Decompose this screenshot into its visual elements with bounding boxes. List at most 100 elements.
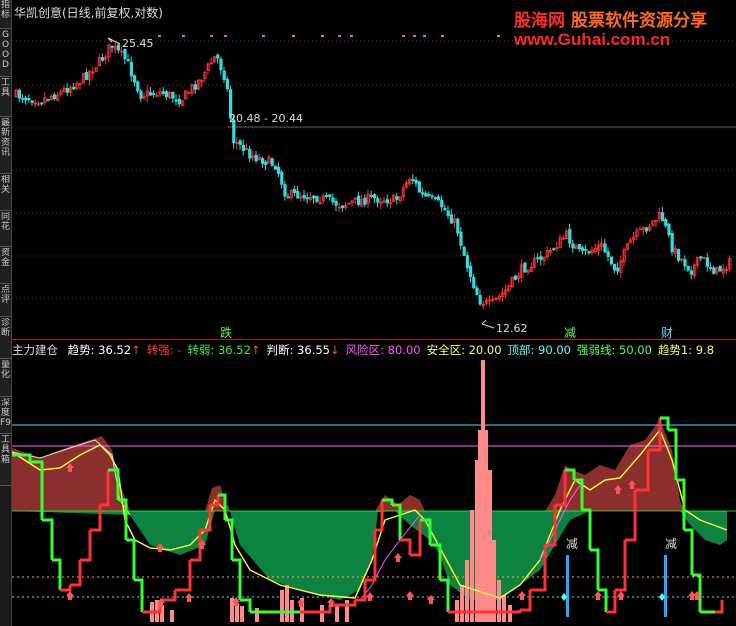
candle-body-93 [312,195,316,199]
candle-body-3 [24,97,28,101]
candle-body-39 [139,90,143,99]
chart-canvas[interactable] [0,0,736,626]
indicator-name: 主力建仓 [12,343,58,357]
candle-body-126 [417,181,422,193]
legend-item-8: 趋势1: 9.8 [657,343,715,357]
legend-item-1: 转强: - [146,343,182,357]
candle-body-202 [661,212,665,222]
safe-zone-fill [12,505,727,600]
candle-body-209 [683,259,687,267]
candle-body-144 [475,287,479,296]
candle-body-179 [587,251,591,254]
legend-item-5: 安全区: 20.00 [426,343,502,357]
candle-body-211 [689,270,694,275]
candle-body-186 [609,256,614,265]
top-signal-dot-3 [224,35,227,37]
candle-body-78 [264,161,268,166]
candle-body-184 [603,243,607,253]
candle-body-63 [216,54,220,59]
candle-body-203 [664,219,668,227]
candle-body-210 [686,265,690,271]
candle-body-124 [411,179,415,181]
candle-body-77 [260,158,265,164]
candle-body-83 [280,171,284,185]
candle-body-141 [465,255,470,269]
buy-arrow-icon-2 [185,593,193,602]
candle-body-207 [677,249,681,261]
buy-arrow-icon-11 [617,591,625,600]
volume-bar-23 [488,470,492,622]
volume-bar-9 [285,585,289,622]
candle-body-129 [427,194,431,196]
candle-body-107 [356,195,361,206]
candle-body-27 [101,57,105,61]
candle-body-80 [270,158,274,166]
candle-body-16 [65,87,69,93]
step-segment-21 [232,558,242,600]
candle-body-97 [324,194,329,197]
candle-body-46 [161,91,165,94]
candle-body-163 [536,257,540,260]
candle-body-217 [709,267,713,269]
high-pointer [107,37,121,45]
candle-body-178 [584,249,588,251]
buy-arrow-icon-9 [518,591,526,600]
volume-bar-26 [502,595,506,622]
candle-body-173 [568,228,572,244]
legend-item-0: 趋势: 36.52↑ [67,343,141,357]
top-signal-dot-2 [210,35,213,37]
price-high-label: 25.45 [122,37,154,50]
candle-body-37 [132,75,137,83]
candle-body-12 [53,94,57,100]
step-segment-12 [134,578,144,612]
candle-body-109 [363,197,367,205]
candle-body-112 [372,194,377,199]
candle-body-135 [446,210,450,216]
candle-body-99 [331,197,335,203]
top-signal-dot-13 [497,35,500,37]
candle-body-8 [40,102,44,105]
candle-body-132 [436,196,441,201]
candle-body-36 [129,62,133,77]
candle-body-133 [440,199,444,208]
top-signal-dot-4 [262,35,265,37]
candle-body-176 [577,244,582,250]
step-segment-31 [400,538,412,555]
volume-bar-3 [170,610,174,622]
candle-body-139 [459,231,463,246]
candle-body-30 [110,45,114,48]
candle-body-218 [712,267,716,275]
step-segment-2 [42,518,54,560]
candle-body-94 [315,195,319,202]
top-signal-dot-0 [158,35,161,37]
step-segment-24 [300,605,332,614]
step-segment-5 [70,560,82,587]
top-signal-dot-10 [413,35,416,37]
candle-body-32 [117,44,121,51]
top-signal-dot-11 [423,35,426,37]
candle-body-119 [395,196,399,200]
signal-bar-1 [566,555,569,617]
indicator-marker-2: 减 [665,537,678,551]
candle-body-18 [72,86,76,90]
candle-body-128 [424,193,428,197]
candle-body-5 [30,100,34,103]
candle-body-168 [552,248,556,251]
candle-body-130 [430,195,434,198]
candle-body-10 [46,98,50,101]
volume-bar-25 [497,580,501,622]
buy-arrow-icon-10 [594,591,602,600]
candle-body-50 [174,99,178,102]
low-pointer [481,319,495,329]
candle-body-71 [241,144,245,151]
buy-arrow-icon-16 [394,553,402,562]
volume-bar-24 [492,540,496,622]
candle-body-66 [225,78,229,90]
candle-body-188 [616,267,620,272]
signal-bar-2 [664,555,667,617]
candle-body-22 [85,72,89,80]
volume-bar-13 [335,606,339,622]
candle-body-47 [164,91,169,98]
step-segment-47 [615,540,627,592]
candle-body-127 [420,192,425,195]
